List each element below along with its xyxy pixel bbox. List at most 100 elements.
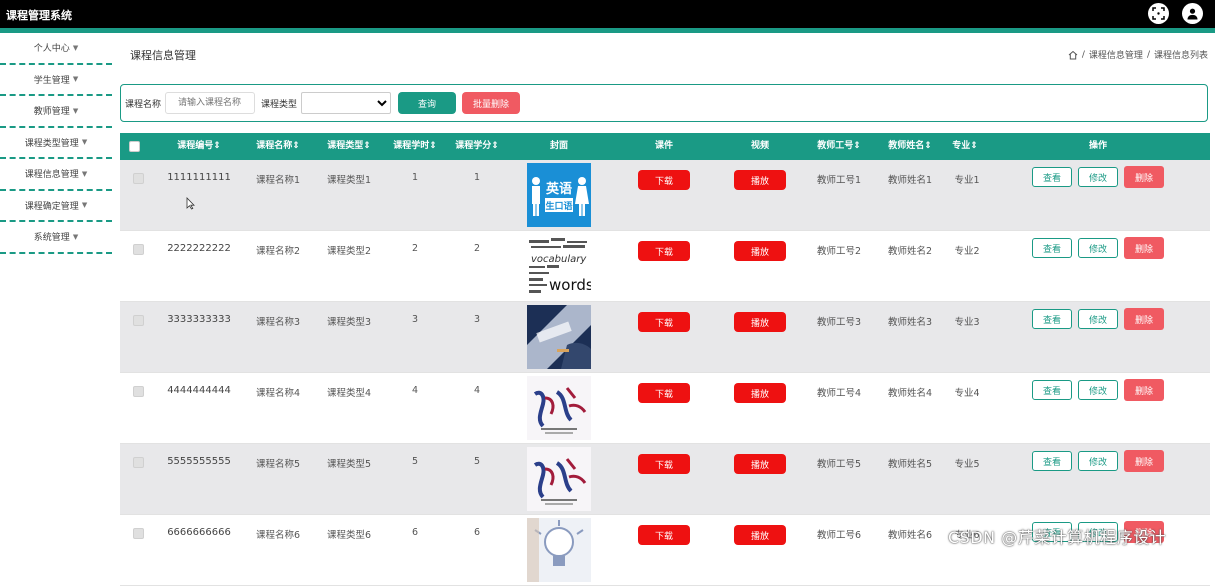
cell-name: 课程名称1: [255, 175, 301, 186]
play-button[interactable]: 播放: [734, 312, 786, 332]
chevron-down-icon: ▼: [81, 201, 88, 210]
row-checkbox[interactable]: [133, 386, 144, 397]
edit-button[interactable]: 修改: [1078, 238, 1118, 258]
cell-name: 课程名称4: [255, 388, 301, 399]
cell-teacher-no: 教师工号1: [816, 175, 862, 186]
view-button[interactable]: 查看: [1032, 380, 1072, 400]
fullscreen-icon[interactable]: [1148, 3, 1169, 24]
download-button[interactable]: 下载: [638, 525, 690, 545]
cell-major: 专业1: [954, 175, 980, 186]
delete-button[interactable]: 删除: [1124, 450, 1164, 472]
delete-button[interactable]: 删除: [1124, 308, 1164, 330]
table-body: 1111111111 课程名称1 课程类型1 1 1 教师工号1 教师姓名1 专业1 英语 生口语…: [120, 160, 1210, 586]
chevron-down-icon: ▼: [72, 106, 79, 115]
page-title: 课程信息管理: [130, 49, 196, 62]
course-cover-image: [527, 447, 591, 511]
sidebar-item[interactable]: 个人中心 ▼: [0, 33, 112, 65]
table-row: 1111111111 课程名称1 课程类型1 1 1 教师工号1 教师姓名1 专业1 英语 生口语…: [120, 160, 1210, 231]
sidebar-item[interactable]: 学生管理 ▼: [0, 65, 112, 96]
download-button[interactable]: 下载: [638, 454, 690, 474]
view-button[interactable]: 查看: [1032, 238, 1072, 258]
play-button[interactable]: 播放: [734, 525, 786, 545]
edit-button[interactable]: 修改: [1078, 309, 1118, 329]
course-type-label: 课程类型: [261, 99, 298, 110]
cell-credits: 2: [473, 243, 481, 254]
header-major[interactable]: 专业⇕: [935, 133, 995, 160]
course-cover-image: vocabulary words: [527, 234, 591, 298]
cell-teacher-no: 教师工号6: [816, 530, 862, 541]
cell-credits: 5: [473, 456, 481, 467]
svg-text:vocabulary: vocabulary: [531, 254, 587, 265]
sidebar-item[interactable]: 课程信息管理 ▼: [0, 159, 112, 191]
sidebar-item[interactable]: 系统管理 ▼: [0, 222, 112, 254]
sidebar-item[interactable]: 课程确定管理 ▼: [0, 191, 112, 222]
table-row: 2222222222 课程名称2 课程类型2 2 2 教师工号2 教师姓名2 专业2 vocab…: [120, 231, 1210, 302]
cell-credits: 6: [473, 527, 481, 538]
cell-teacher-no: 教师工号2: [816, 246, 862, 257]
download-button[interactable]: 下载: [638, 170, 690, 190]
view-button[interactable]: 查看: [1032, 451, 1072, 471]
play-button[interactable]: 播放: [734, 454, 786, 474]
header-teacher-no[interactable]: 教师工号⇕: [804, 133, 874, 160]
sidebar-item[interactable]: 教师管理 ▼: [0, 96, 112, 128]
download-button[interactable]: 下载: [638, 383, 690, 403]
row-checkbox[interactable]: [133, 315, 144, 326]
sidebar-item-label: 课程确定管理: [24, 201, 79, 212]
top-bar: 课程管理系统: [0, 0, 1215, 28]
chevron-down-icon: ▼: [72, 75, 79, 84]
user-avatar-icon[interactable]: [1182, 3, 1203, 24]
course-type-select[interactable]: [301, 92, 392, 114]
breadcrumb-item: 课程信息列表: [1153, 51, 1208, 61]
svg-text:英语: 英语: [545, 181, 572, 197]
edit-button[interactable]: 修改: [1078, 167, 1118, 187]
chevron-down-icon: ▼: [81, 138, 88, 147]
home-icon[interactable]: [1068, 50, 1078, 60]
header-cover: 封面: [549, 141, 568, 151]
sidebar-item-label: 教师管理: [33, 107, 70, 118]
header-courseware: 课件: [654, 141, 673, 151]
delete-button[interactable]: 删除: [1124, 166, 1164, 188]
course-cover-image: [527, 376, 591, 440]
cell-code: 6666666666: [167, 527, 231, 538]
header-course-type[interactable]: 课程类型⇕: [314, 133, 384, 160]
query-button[interactable]: 查询: [398, 92, 457, 114]
row-checkbox[interactable]: [133, 244, 144, 255]
cell-code: 5555555555: [167, 456, 231, 467]
course-name-input[interactable]: [165, 92, 256, 114]
sidebar-item[interactable]: 课程类型管理 ▼: [0, 128, 112, 159]
delete-button[interactable]: 删除: [1124, 379, 1164, 401]
course-cover-image: [527, 305, 591, 369]
header-course-credits[interactable]: 课程学分⇕: [442, 133, 512, 160]
cell-credits: 1: [473, 172, 481, 183]
row-checkbox[interactable]: [133, 173, 144, 184]
svg-text:words: words: [549, 276, 591, 294]
play-button[interactable]: 播放: [734, 383, 786, 403]
header-course-code[interactable]: 课程编号⇕: [164, 133, 234, 160]
header-course-name[interactable]: 课程名称⇕: [243, 133, 313, 160]
view-button[interactable]: 查看: [1032, 167, 1072, 187]
download-button[interactable]: 下载: [638, 241, 690, 261]
view-button[interactable]: 查看: [1032, 309, 1072, 329]
select-all-checkbox[interactable]: [129, 141, 140, 152]
cell-name: 课程名称2: [255, 246, 301, 257]
course-table: 课程编号⇕ 课程名称⇕ 课程类型⇕ 课程学时⇕ 课程学分⇕ 封面 课件 视频 教…: [120, 133, 1210, 586]
sidebar-item-label: 系统管理: [33, 233, 70, 244]
delete-button[interactable]: 删除: [1124, 237, 1164, 259]
breadcrumb-item[interactable]: 课程信息管理: [1089, 48, 1143, 61]
cell-major: 专业2: [954, 246, 980, 257]
edit-button[interactable]: 修改: [1078, 380, 1118, 400]
play-button[interactable]: 播放: [734, 170, 786, 190]
batch-delete-button[interactable]: 批量删除: [462, 92, 521, 114]
cell-credits: 3: [473, 314, 481, 325]
course-cover-image: [527, 518, 591, 582]
sidebar-item-label: 课程类型管理: [24, 138, 79, 149]
edit-button[interactable]: 修改: [1078, 451, 1118, 471]
header-course-hours[interactable]: 课程学时⇕: [380, 133, 450, 160]
course-cover-image: 英语 生口语: [527, 163, 591, 227]
row-checkbox[interactable]: [133, 528, 144, 539]
row-checkbox[interactable]: [133, 457, 144, 468]
play-button[interactable]: 播放: [734, 241, 786, 261]
download-button[interactable]: 下载: [638, 312, 690, 332]
table-row: 4444444444 课程名称4 课程类型4 4 4 教师工号4 教师姓名4 专业4 下载 播放查…: [120, 373, 1210, 444]
cell-teacher-no: 教师工号4: [816, 388, 862, 399]
